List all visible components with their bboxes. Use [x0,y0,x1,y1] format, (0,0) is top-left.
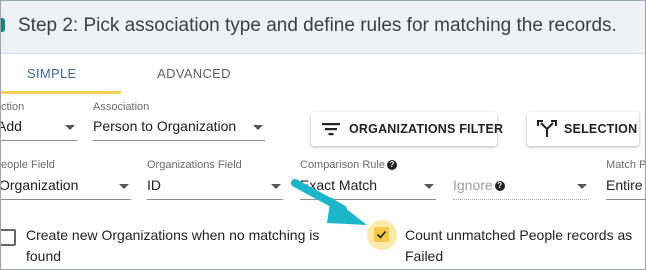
chevron-down-icon [65,125,75,130]
ignore-select: Ignore? [453,175,589,200]
ignore-value: Ignore? [453,177,505,193]
help-icon[interactable]: ? [494,181,505,192]
association-value: Person to Organization [93,118,237,134]
tab-simple[interactable]: SIMPLE [1,54,121,94]
step-marker-icon [1,18,5,32]
checkmark-icon [376,230,387,239]
dialog-frame: Step 2: Pick association type and define… [0,0,646,270]
match-value: Entire [606,177,643,193]
merge-arrows-icon [537,120,557,137]
chevron-down-icon [253,125,263,130]
selection-label: SELECTION [564,122,638,136]
organizations-field-select[interactable]: ID [147,175,283,200]
comparison-rule-text: Comparison Rule [300,159,385,171]
comparison-rule-label: Comparison Rule? [300,159,397,171]
tab-active-indicator [1,91,121,94]
count-unmatched-checkbox[interactable] [374,227,389,242]
selection-button[interactable]: SELECTION [527,112,639,146]
create-new-checkbox[interactable] [1,229,16,246]
create-new-label: Create new Organizations when no matchin… [26,227,320,264]
chevron-down-icon [119,184,129,189]
action-value: Add [1,118,22,134]
match-label: Match P [606,159,646,171]
tab-simple-label: SIMPLE [27,66,77,81]
organizations-filter-label: ORGANIZATIONS FILTER [349,122,504,136]
step-title: Step 2: Pick association type and define… [18,15,617,36]
people-field-label: eople Field [1,159,55,171]
association-select[interactable]: Person to Organization [93,116,265,141]
count-unmatched-label: Count unmatched People records as Failed [405,227,633,264]
chevron-down-icon [424,184,434,189]
people-field-select[interactable]: Organization [1,175,131,200]
organizations-field-label: Organizations Field [147,159,242,171]
ignore-text: Ignore [453,177,493,193]
chevron-down-icon [271,184,281,189]
organizations-field-value: ID [147,177,161,193]
callout-arrow-icon [291,179,367,225]
filter-icon [322,123,340,136]
association-label: Association [93,101,150,113]
action-select[interactable]: Add [1,116,77,141]
action-label: ction [1,101,25,113]
organizations-filter-button[interactable]: ORGANIZATIONS FILTER [311,112,503,146]
tab-bar: SIMPLE ADVANCED [1,54,645,94]
people-field-value: Organization [0,177,79,193]
help-icon[interactable]: ? [386,160,397,171]
match-select[interactable]: Entire [606,175,645,200]
tab-advanced[interactable]: ADVANCED [121,54,267,94]
chevron-down-icon [577,184,587,189]
step-header: Step 2: Pick association type and define… [1,1,645,54]
